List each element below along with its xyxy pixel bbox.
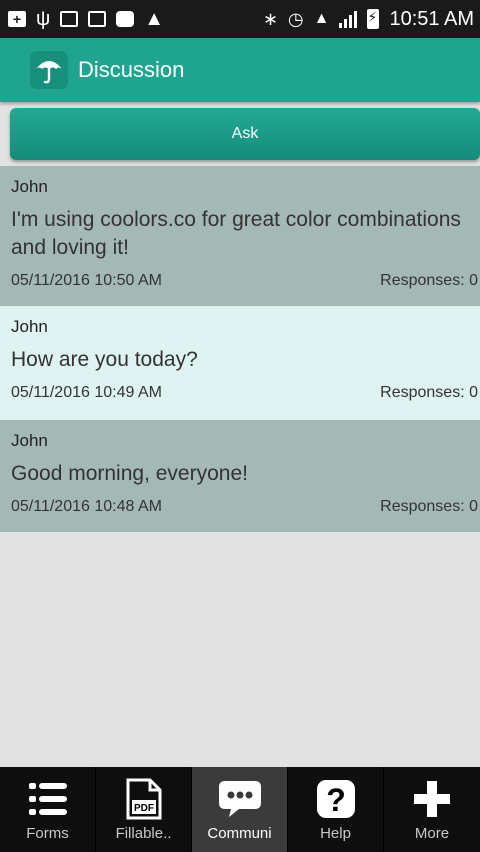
image-icon: [88, 11, 107, 27]
battery-charging-icon: [367, 9, 380, 29]
nav-label: Communi: [207, 825, 272, 842]
post-responses: Responses: 0: [380, 498, 478, 515]
ask-button[interactable]: Ask: [10, 108, 480, 160]
post-timestamp: 05/11/2016 10:49 AM: [11, 384, 162, 401]
usb-icon: ψ: [36, 8, 51, 30]
security-icon: [116, 11, 135, 27]
status-bar-notifications: + ψ ▲: [8, 9, 164, 29]
nav-item-help[interactable]: ? Help: [288, 767, 384, 852]
pdf-icon: PDF: [126, 775, 162, 823]
post-timestamp: 05/11/2016 10:50 AM: [11, 272, 162, 289]
nav-item-more[interactable]: More: [384, 767, 480, 852]
discussion-list: John I'm using coolors.co for great colo…: [0, 166, 480, 532]
sms-icon: [60, 11, 79, 27]
page-title: Discussion: [78, 57, 185, 82]
status-bar-system: ∗ ◷ ▲ 10:51 AM: [263, 8, 474, 31]
bluetooth-icon: ∗: [262, 9, 278, 29]
status-time: 10:51 AM: [389, 7, 474, 30]
list-icon: [28, 775, 68, 823]
nav-item-forms[interactable]: Forms: [0, 767, 96, 852]
question-icon: ?: [316, 775, 356, 823]
post-message: I'm using coolors.co for great color com…: [11, 208, 461, 259]
umbrella-icon[interactable]: [30, 51, 68, 89]
svg-text:PDF: PDF: [134, 803, 154, 814]
plus-icon: [413, 775, 451, 823]
svg-text:?: ?: [326, 782, 346, 818]
bottom-nav: Forms PDF Fillable.. Communi ? Help More: [0, 767, 480, 852]
status-bar: + ψ ▲ ∗ ◷ ▲ 10:51 AM: [0, 0, 480, 38]
post-author: John: [11, 431, 48, 450]
list-item[interactable]: John Good morning, everyone! 05/11/2016 …: [0, 420, 480, 532]
post-author: John: [11, 177, 48, 196]
nav-label: Forms: [26, 825, 69, 842]
nav-label: More: [414, 825, 450, 842]
signal-icon: [339, 10, 358, 28]
post-responses: Responses: 0: [380, 384, 478, 401]
post-author: John: [11, 317, 48, 336]
warning-icon: ▲: [144, 8, 165, 30]
post-timestamp: 05/11/2016 10:48 AM: [11, 498, 162, 515]
alarm-icon: ◷: [287, 9, 304, 29]
list-item[interactable]: John I'm using coolors.co for great colo…: [0, 166, 480, 306]
nav-label: Help: [320, 825, 351, 842]
post-meta: 05/11/2016 10:48 AM Responses: 0: [11, 498, 480, 526]
post-message: How are you today?: [11, 348, 198, 371]
nav-item-community[interactable]: Communi: [192, 767, 288, 852]
nav-item-fillable[interactable]: PDF Fillable..: [96, 767, 192, 852]
list-item[interactable]: John How are you today? 05/11/2016 10:49…: [0, 306, 480, 420]
nav-label: Fillable..: [115, 825, 172, 842]
wifi-icon: ▲: [313, 10, 330, 27]
chat-bubble-icon: [217, 775, 263, 823]
post-meta: 05/11/2016 10:49 AM Responses: 0: [11, 384, 480, 412]
post-responses: Responses: 0: [380, 272, 478, 289]
add-box-icon: +: [8, 11, 26, 27]
post-message: Good morning, everyone!: [11, 462, 248, 485]
action-bar: Discussion: [0, 38, 480, 102]
post-meta: 05/11/2016 10:50 AM Responses: 0: [11, 272, 480, 300]
